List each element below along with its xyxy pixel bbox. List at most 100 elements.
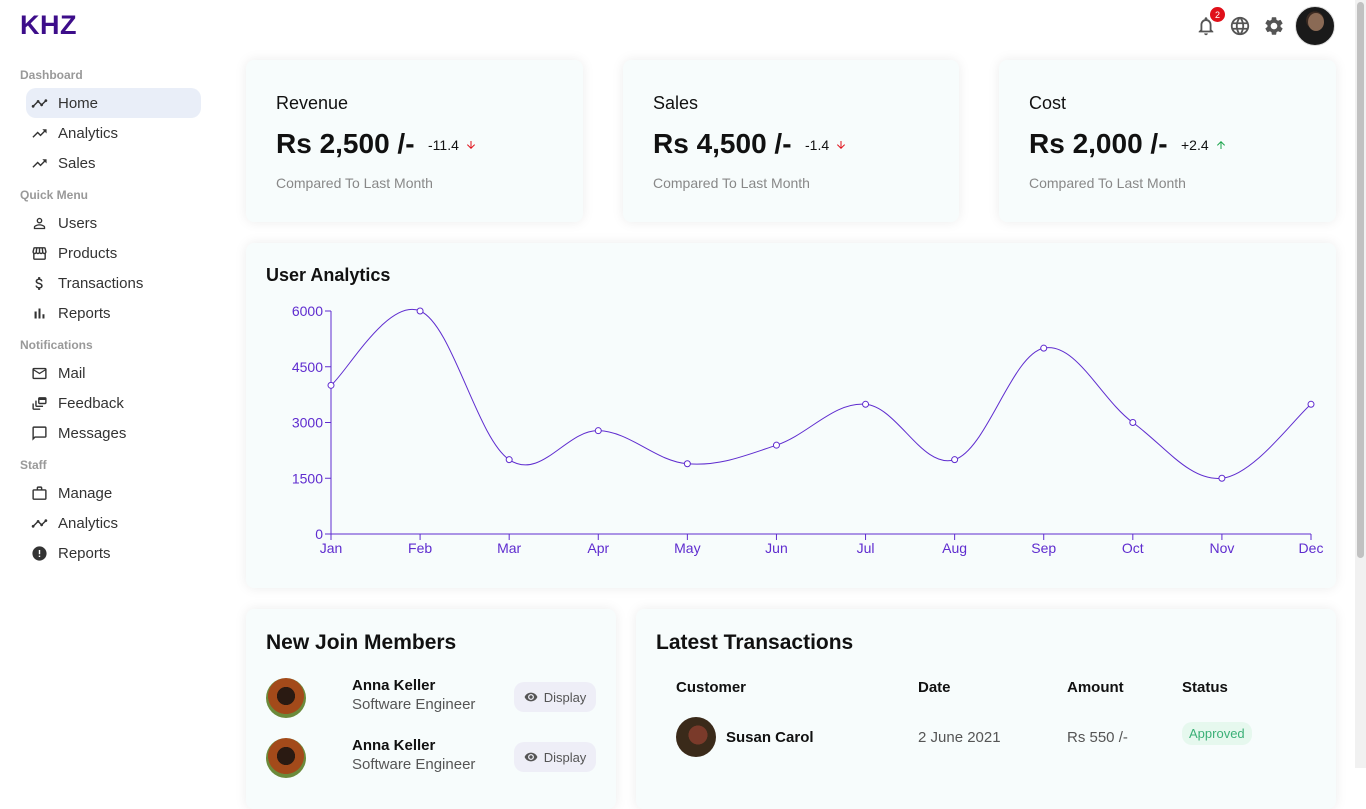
x-tick-label: Dec <box>1299 540 1324 556</box>
sidebar-item-analytics[interactable]: Analytics <box>26 118 201 148</box>
customer-name: Susan Carol <box>726 729 814 746</box>
kpi-card-sales: Sales Rs 4,500 /- -1.4 Compared To Last … <box>623 60 959 222</box>
new-members-card: New Join Members Anna Keller Software En… <box>246 609 616 809</box>
sidebar-item-analytics[interactable]: Analytics <box>26 508 201 538</box>
x-tick-label: Mar <box>497 540 521 556</box>
sidebar-item-transactions[interactable]: Transactions <box>26 268 201 298</box>
y-tick-label: 3000 <box>292 415 323 431</box>
profile-avatar[interactable] <box>1295 6 1335 46</box>
kpi-title: Sales <box>653 93 699 113</box>
display-button-label: Display <box>543 689 587 705</box>
sidebar-item-users[interactable]: Users <box>26 208 201 238</box>
sidebar-section: Staff Manage Analytics Reports <box>0 456 220 568</box>
sidebar-section-title: Notifications <box>20 338 93 352</box>
sidebar-section-title: Quick Menu <box>20 188 89 202</box>
sidebar-item-label: Mail <box>58 364 86 382</box>
data-point <box>1040 344 1048 352</box>
trending-up-icon <box>32 158 47 168</box>
trending-up-icon <box>32 128 47 138</box>
dynamic-feed-icon <box>32 396 47 410</box>
data-point <box>1129 419 1137 426</box>
sidebar-item-label: Reports <box>58 544 111 562</box>
status-badge: Approved <box>1182 722 1252 745</box>
sidebar-item-sales[interactable]: Sales <box>26 148 201 178</box>
x-tick-label: Sep <box>1031 540 1056 556</box>
kpi-card-cost: Cost Rs 2,000 /- +2.4 Compared To Last M… <box>999 60 1336 222</box>
kpi-rate-value: -11.4 <box>428 137 459 153</box>
sidebar-item-label: Messages <box>58 424 127 442</box>
data-point <box>505 456 513 464</box>
data-point <box>327 381 335 389</box>
member-avatar <box>266 678 306 718</box>
display-button[interactable]: Display <box>514 682 596 712</box>
member-name: Anna Keller <box>352 737 436 754</box>
notifications-icon[interactable]: 2 <box>1193 7 1225 39</box>
kpi-value: Rs 2,500 /- <box>276 128 415 159</box>
customer-avatar <box>676 717 716 757</box>
arrow-down-icon <box>466 141 475 149</box>
data-point <box>683 460 691 468</box>
scrollbar[interactable] <box>1355 0 1366 768</box>
data-point <box>772 441 780 449</box>
x-tick-label: Feb <box>408 540 432 556</box>
transaction-amount: Rs 550 /- <box>1067 729 1128 746</box>
user-analytics-card: User Analytics 0 1500 3000 4500 6000 Jan Feb Ma… <box>246 243 1336 588</box>
sidebar-item-label: Home <box>58 94 99 112</box>
mail-icon <box>32 367 47 379</box>
data-point <box>862 400 870 408</box>
top-bar: KHZ 2 <box>0 0 1355 56</box>
sidebar-item-mail[interactable]: Mail <box>26 358 201 388</box>
timeline-icon <box>31 98 48 108</box>
kpi-subtitle: Compared To Last Month <box>276 175 433 191</box>
data-point <box>416 307 424 315</box>
y-tick-label: 4500 <box>292 359 323 375</box>
chat-bubble-icon <box>32 425 47 441</box>
sidebar-item-reports[interactable]: Reports <box>26 298 201 328</box>
sidebar-item-reports[interactable]: Reports <box>26 538 201 568</box>
col-header-date: Date <box>918 679 951 696</box>
member-name: Anna Keller <box>352 677 436 694</box>
kpi-subtitle: Compared To Last Month <box>653 175 810 191</box>
kpi-rate: -11.4 <box>428 137 477 153</box>
person-icon <box>33 217 46 229</box>
language-icon[interactable] <box>1227 13 1253 39</box>
sidebar: Dashboard Home Analytics Sales Quick Menu Use… <box>0 60 220 576</box>
kpi-rate-value: +2.4 <box>1181 137 1209 153</box>
sidebar-item-products[interactable]: Products <box>26 238 201 268</box>
x-tick-label: Jan <box>320 540 343 556</box>
scrollbar-thumb[interactable] <box>1357 2 1364 558</box>
sidebar-section: Notifications Mail Feedback Messages <box>0 336 220 448</box>
data-point <box>951 456 959 464</box>
kpi-rate-value: -1.4 <box>805 137 830 153</box>
top-icons: 2 <box>1193 6 1335 46</box>
x-tick-label: Jun <box>765 540 788 556</box>
sidebar-item-feedback[interactable]: Feedback <box>26 388 201 418</box>
x-tick-label: May <box>674 540 700 556</box>
sidebar-item-label: Sales <box>58 154 96 172</box>
kpi-rate: +2.4 <box>1181 137 1227 153</box>
report-icon <box>32 545 47 561</box>
sidebar-section: Dashboard Home Analytics Sales <box>0 66 220 178</box>
logo[interactable]: KHZ <box>20 10 77 41</box>
timeline-icon <box>31 518 48 528</box>
sidebar-item-manage[interactable]: Manage <box>26 478 201 508</box>
x-tick-label: Aug <box>942 540 967 556</box>
sidebar-item-label: Transactions <box>58 274 144 292</box>
settings-icon[interactable] <box>1261 13 1287 39</box>
x-tick-label: Nov <box>1209 540 1234 556</box>
work-icon <box>32 485 47 500</box>
series-line <box>330 308 1312 479</box>
x-tick-label: Oct <box>1122 540 1144 556</box>
transaction-date: 2 June 2021 <box>918 729 1001 746</box>
member-item: Anna Keller Software Engineer Display <box>266 737 596 779</box>
notification-badge: 2 <box>1210 7 1225 22</box>
data-point <box>594 427 602 435</box>
sidebar-item-messages[interactable]: Messages <box>26 418 201 448</box>
sidebar-item-label: Products <box>58 244 118 262</box>
members-title: New Join Members <box>266 631 457 654</box>
kpi-card-revenue: Revenue Rs 2,500 /- -11.4 Compared To La… <box>246 60 583 222</box>
kpi-rate: -1.4 <box>805 137 847 153</box>
sidebar-item-home[interactable]: Home <box>26 88 201 118</box>
kpi-subtitle: Compared To Last Month <box>1029 175 1186 191</box>
data-point <box>1218 474 1226 482</box>
